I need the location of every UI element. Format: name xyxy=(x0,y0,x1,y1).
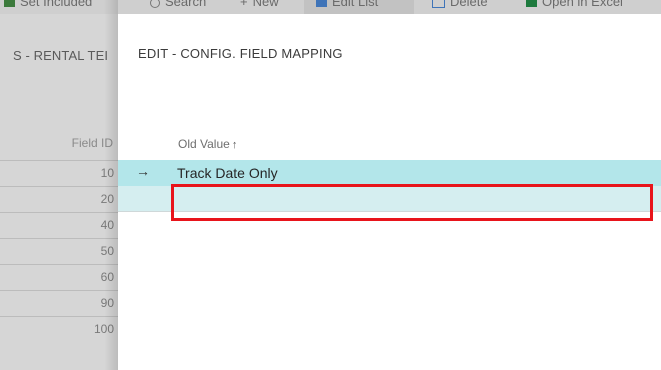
open-in-excel-command[interactable]: Open in Excel xyxy=(526,0,623,9)
check-icon xyxy=(4,0,15,8)
dialog-title: EDIT - CONFIG. FIELD MAPPING xyxy=(138,46,343,61)
current-row-arrow-icon: → xyxy=(136,163,150,179)
old-value-column-header[interactable]: Old Value ↑ xyxy=(178,137,237,151)
old-value-header-label: Old Value xyxy=(178,137,230,151)
dialog-shadow xyxy=(104,0,118,370)
plus-icon: + xyxy=(240,0,248,9)
list-item[interactable]: 20 xyxy=(0,186,120,212)
sort-ascending-icon: ↑ xyxy=(231,139,238,151)
red-highlight-box xyxy=(171,184,653,221)
edit-list-command[interactable]: Edit List xyxy=(316,0,378,9)
field-id-list: 10 20 40 50 60 90 100 xyxy=(0,160,120,342)
search-command[interactable]: Search xyxy=(150,0,206,9)
new-command[interactable]: + New xyxy=(240,0,279,9)
list-item[interactable]: 90 xyxy=(0,290,120,316)
search-icon xyxy=(150,0,160,8)
set-included-command[interactable]: Set Included xyxy=(4,0,92,9)
list-item[interactable]: 10 xyxy=(0,160,120,186)
background-page-title: S - RENTAL TEI xyxy=(13,48,109,63)
table-row-selected[interactable]: → Track Date Only xyxy=(118,160,661,186)
background-action-bar: Set Included Search + New Edit List Delet… xyxy=(0,0,661,14)
list-item[interactable]: 40 xyxy=(0,212,120,238)
excel-icon xyxy=(526,0,537,8)
list-item[interactable]: 100 xyxy=(0,316,120,342)
list-item[interactable]: 60 xyxy=(0,264,120,290)
delete-command[interactable]: Delete xyxy=(432,0,488,9)
edit-list-icon xyxy=(316,0,327,8)
old-value-cell[interactable]: Track Date Only xyxy=(177,165,278,181)
field-id-column-header[interactable]: Field ID xyxy=(40,136,113,150)
delete-icon xyxy=(432,0,445,9)
list-item[interactable]: 50 xyxy=(0,238,120,264)
